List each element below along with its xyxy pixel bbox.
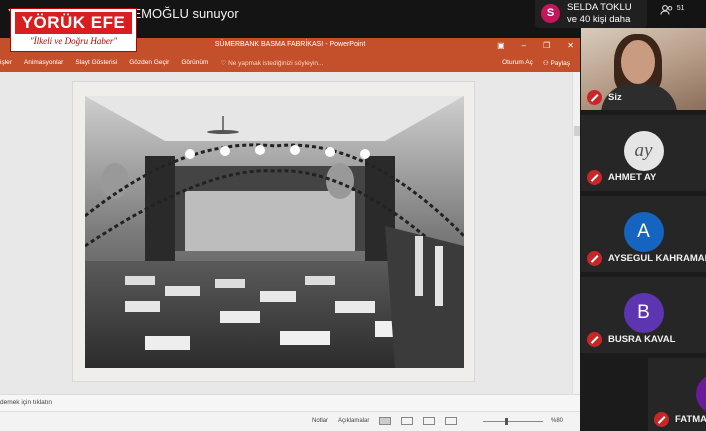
participant-tile-aysegul[interactable]: A AYSEGUL KAHRAMAN	[581, 196, 706, 272]
tab-animations[interactable]: Animasyonlar	[24, 59, 63, 67]
news-logo: YÖRÜK EFE "İlkeli ve Doğru Haber"	[10, 8, 137, 52]
avatar: A	[623, 212, 664, 252]
minimize-button[interactable]: –	[522, 41, 526, 50]
logo-tagline: "İlkeli ve Doğru Haber"	[29, 36, 118, 46]
tab-slideshow[interactable]: Slayt Gösterisi	[75, 59, 117, 67]
normal-view-button[interactable]	[379, 417, 392, 425]
ribbon: işler Animasyonlar Slayt Gösterisi Gözde…	[0, 56, 580, 72]
slide-workspace	[0, 72, 580, 394]
participant-name: BUSRA KAVAL	[608, 334, 676, 345]
participant-name: Siz	[608, 92, 622, 103]
notes-placeholder: demek için tıklatın	[0, 399, 53, 406]
notes-pane[interactable]: demek için tıklatın	[0, 394, 580, 411]
people-button[interactable]: 51	[660, 5, 685, 16]
window-controls: ▣ – ❐ ✕	[497, 41, 574, 50]
status-bar: Notlar Açıklamalar %80	[0, 411, 580, 431]
close-button[interactable]: ✕	[567, 41, 574, 50]
tab-review[interactable]: Gözden Geçir	[129, 59, 169, 67]
participants-more: ve 40 kişi daha	[567, 14, 631, 25]
sign-in-link[interactable]: Oturum Aç	[502, 59, 533, 67]
avatar	[696, 374, 706, 414]
participant-tile-fatma[interactable]: FATMA	[648, 358, 706, 431]
tell-me-box[interactable]: ♡ Ne yapmak istediğinizi söyleyin...	[220, 59, 323, 67]
restore-button[interactable]: ❐	[543, 41, 550, 50]
slide-canvas[interactable]	[72, 81, 475, 382]
zoom-level[interactable]: %80	[551, 418, 563, 424]
zoom-slider[interactable]	[483, 418, 543, 425]
people-count: 51	[676, 5, 685, 12]
avatar: S	[541, 4, 560, 23]
reading-view-button[interactable]	[423, 417, 436, 425]
people-icon	[660, 5, 677, 16]
participants-first-name: SELDA TOKLU	[567, 2, 632, 13]
slide-photo	[85, 96, 464, 368]
mic-off-icon	[654, 412, 669, 427]
participant-name: FATMA	[675, 414, 706, 425]
mic-off-icon	[587, 251, 602, 266]
tab-view[interactable]: Görünüm	[181, 59, 208, 67]
participant-tile-busra[interactable]: B BUSRA KAVAL	[581, 277, 706, 353]
mic-off-icon	[587, 332, 602, 347]
mic-off-icon	[587, 170, 602, 185]
scrollbar-thumb[interactable]	[574, 126, 580, 136]
participant-tile-ahmet[interactable]: ay AHMET AY	[581, 115, 706, 191]
ribbon-display-button[interactable]: ▣	[497, 41, 505, 50]
zoom-knob[interactable]	[505, 418, 508, 425]
notes-toggle[interactable]: Notlar	[312, 418, 328, 424]
avatar: B	[623, 293, 664, 333]
participant-name: AYSEGUL KAHRAMAN	[608, 253, 706, 264]
participant-name: AHMET AY	[608, 172, 657, 183]
slide-sorter-button[interactable]	[401, 417, 414, 425]
powerpoint-window: SÜMERBANK BASMA FABRİKASI - PowerPoint ▣…	[0, 38, 580, 431]
share-button[interactable]: ⚇ Paylaş	[543, 59, 570, 67]
avatar: ay	[623, 131, 664, 171]
comments-toggle[interactable]: Açıklamalar	[338, 418, 369, 424]
slideshow-button[interactable]	[445, 417, 458, 425]
vertical-scrollbar[interactable]	[572, 72, 580, 394]
self-video-tile[interactable]: Siz	[581, 28, 706, 110]
mic-off-icon	[587, 90, 602, 105]
meeting-screen: YILMAZ ERDAL ERDEMOĞLU sunuyor S SELDA T…	[0, 0, 706, 431]
tab-transitions[interactable]: işler	[0, 59, 12, 67]
participants-summary[interactable]: S SELDA TOKLU ve 40 kişi daha	[535, 0, 647, 28]
logo-name: YÖRÜK EFE	[15, 12, 132, 34]
